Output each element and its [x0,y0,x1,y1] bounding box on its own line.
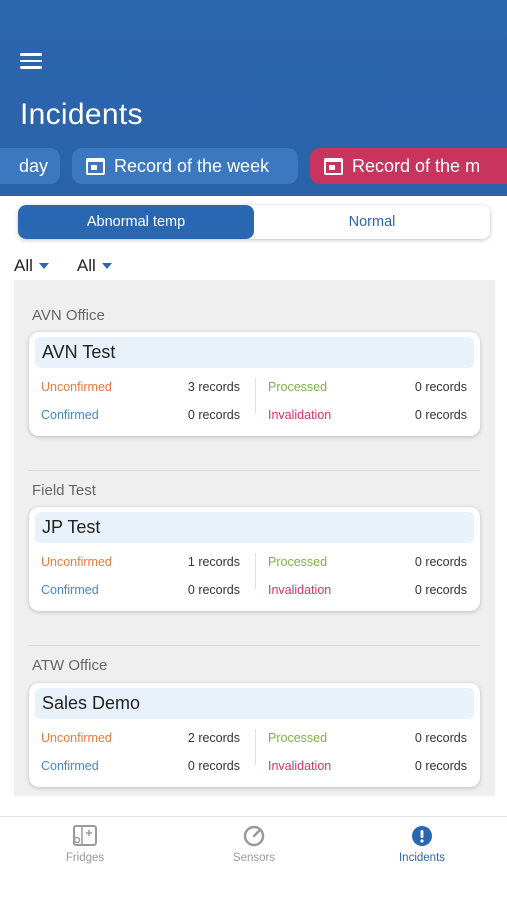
tab-sensors[interactable]: Sensors [194,825,314,864]
unconfirmed-label: Unconfirmed [41,555,112,569]
confirmed-label: Confirmed [41,759,99,773]
processed-value: 0 records [414,555,467,569]
processed-value: 0 records [414,731,467,745]
app-header: Incidents day Record of the week Record … [0,0,507,196]
chip-day[interactable]: day [0,148,60,184]
incident-list: AVN Office AVN Test Unconfirmed 3 record… [14,280,495,796]
incident-card[interactable]: AVN Test Unconfirmed 3 records Confirmed… [29,332,480,436]
invalidation-value: 0 records [414,583,467,597]
unconfirmed-value: 2 records [187,731,240,745]
invalidation-value: 0 records [414,759,467,773]
group-name: Field Test [32,482,96,499]
processed-label: Processed [268,555,328,569]
sensor-gauge-icon [243,825,265,847]
card-title: JP Test [35,512,474,543]
calendar-icon [86,157,105,175]
filter-value: All [76,256,96,275]
confirmed-label: Confirmed [41,583,99,597]
hamburger-menu-icon[interactable] [20,53,46,71]
chip-record-of-the-week[interactable]: Record of the week [72,148,298,184]
segment-normal[interactable]: Normal [254,205,490,239]
processed-label: Processed [268,731,328,745]
incident-card[interactable]: JP Test Unconfirmed 1 records Confirmed … [29,507,480,611]
period-chips: day Record of the week Record of the m [0,148,507,186]
alert-circle-icon [412,826,432,846]
chip-label: Record of the week [114,155,270,176]
unconfirmed-label: Unconfirmed [41,380,112,394]
filters: All All [14,256,112,276]
incident-card[interactable]: Sales Demo Unconfirmed 2 records Confirm… [29,683,480,787]
divider [255,729,256,765]
unconfirmed-value: 1 records [187,555,240,569]
caret-down-icon [38,263,49,269]
chip-record-of-the-month[interactable]: Record of the m [310,148,507,184]
filter-value: All [14,256,33,275]
divider [255,378,256,414]
confirmed-value: 0 records [187,759,240,773]
bottom-tab-bar: Fridges Sensors Incidents [0,816,507,900]
group-name: ATW Office [32,657,108,674]
filter-dropdown-1[interactable]: All [14,256,49,276]
unconfirmed-value: 3 records [187,380,240,394]
tab-fridges[interactable]: Fridges [25,825,145,864]
page-title: Incidents [20,98,143,131]
tab-incidents[interactable]: Incidents [362,825,482,864]
group-divider [28,470,480,471]
confirmed-value: 0 records [187,408,240,422]
chip-label: Record of the m [352,155,481,176]
card-title: Sales Demo [35,688,474,719]
processed-label: Processed [268,380,328,394]
segment-abnormal-temp[interactable]: Abnormal temp [18,205,254,239]
filter-dropdown-2[interactable]: All [77,256,112,276]
group-divider [28,645,480,646]
group-name: AVN Office [32,307,105,324]
temp-type-segmented-control: Abnormal temp Normal [18,205,490,239]
invalidation-label: Invalidation [268,583,332,597]
invalidation-value: 0 records [414,408,467,422]
divider [255,553,256,589]
invalidation-label: Invalidation [268,408,332,422]
chip-label: day [18,155,48,176]
fridge-icon [73,825,97,846]
unconfirmed-label: Unconfirmed [41,731,112,745]
tab-label: Incidents [398,852,446,864]
invalidation-label: Invalidation [268,759,332,773]
card-title: AVN Test [35,337,474,368]
caret-down-icon [101,263,112,269]
confirmed-value: 0 records [187,583,240,597]
calendar-icon [324,157,343,175]
tab-label: Sensors [232,852,276,864]
processed-value: 0 records [414,380,467,394]
confirmed-label: Confirmed [41,408,99,422]
tab-label: Fridges [65,852,105,864]
